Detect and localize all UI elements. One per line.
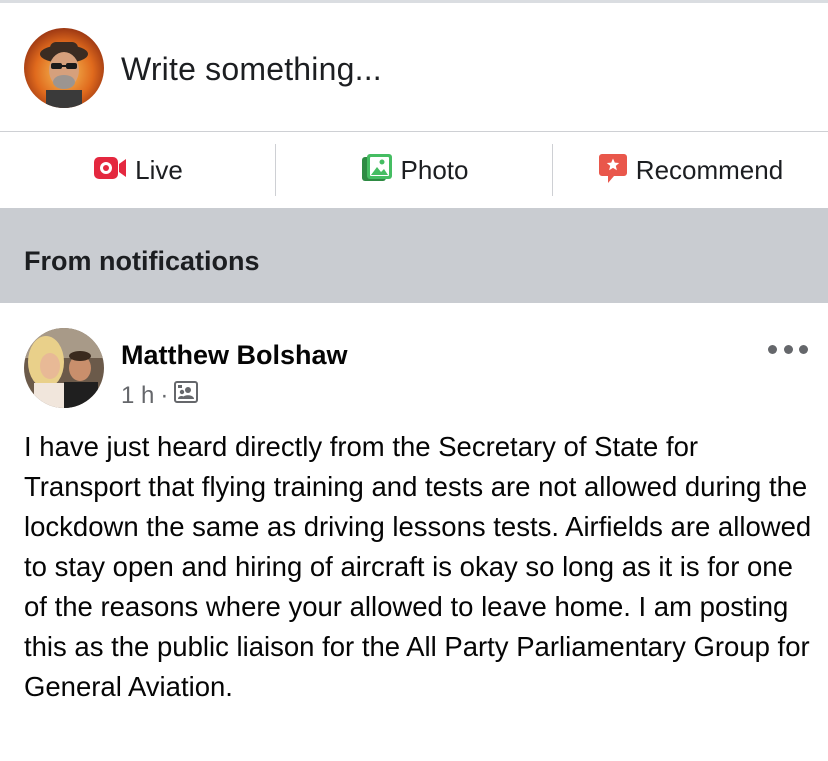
recommend-button[interactable]: Recommend: [553, 132, 828, 208]
meta-separator: ·: [160, 381, 169, 409]
photo-label: Photo: [400, 154, 469, 185]
recommend-label: Recommend: [635, 154, 784, 185]
live-video-icon: [93, 155, 127, 186]
photo-button[interactable]: Photo: [276, 132, 553, 208]
section-title: From notifications: [24, 246, 260, 276]
post-time[interactable]: 1 h: [121, 382, 154, 410]
section-header: From notifications: [0, 208, 828, 303]
more-options-icon[interactable]: [768, 343, 808, 355]
post-author[interactable]: Matthew Bolshaw: [121, 340, 348, 371]
photo-icon: [361, 153, 393, 188]
more-dot: [783, 344, 793, 354]
composer-actions: Live Photo Recommend: [0, 132, 828, 208]
recommend-icon: [598, 152, 628, 189]
post-body: I have just heard directly from the Secr…: [24, 431, 812, 702]
live-button[interactable]: Live: [0, 132, 276, 208]
group-audience-icon: [174, 381, 199, 410]
more-dot: [768, 344, 777, 354]
post-composer[interactable]: Write something...: [0, 3, 828, 131]
feed-post: Matthew Bolshaw 1 h · I have just heard …: [0, 303, 828, 761]
composer-prompt[interactable]: Write something...: [121, 51, 382, 88]
live-label: Live: [135, 154, 183, 185]
post-meta: 1 h ·: [121, 381, 199, 410]
author-avatar[interactable]: [24, 328, 104, 408]
user-avatar[interactable]: [24, 28, 104, 108]
more-dot: [799, 344, 808, 354]
